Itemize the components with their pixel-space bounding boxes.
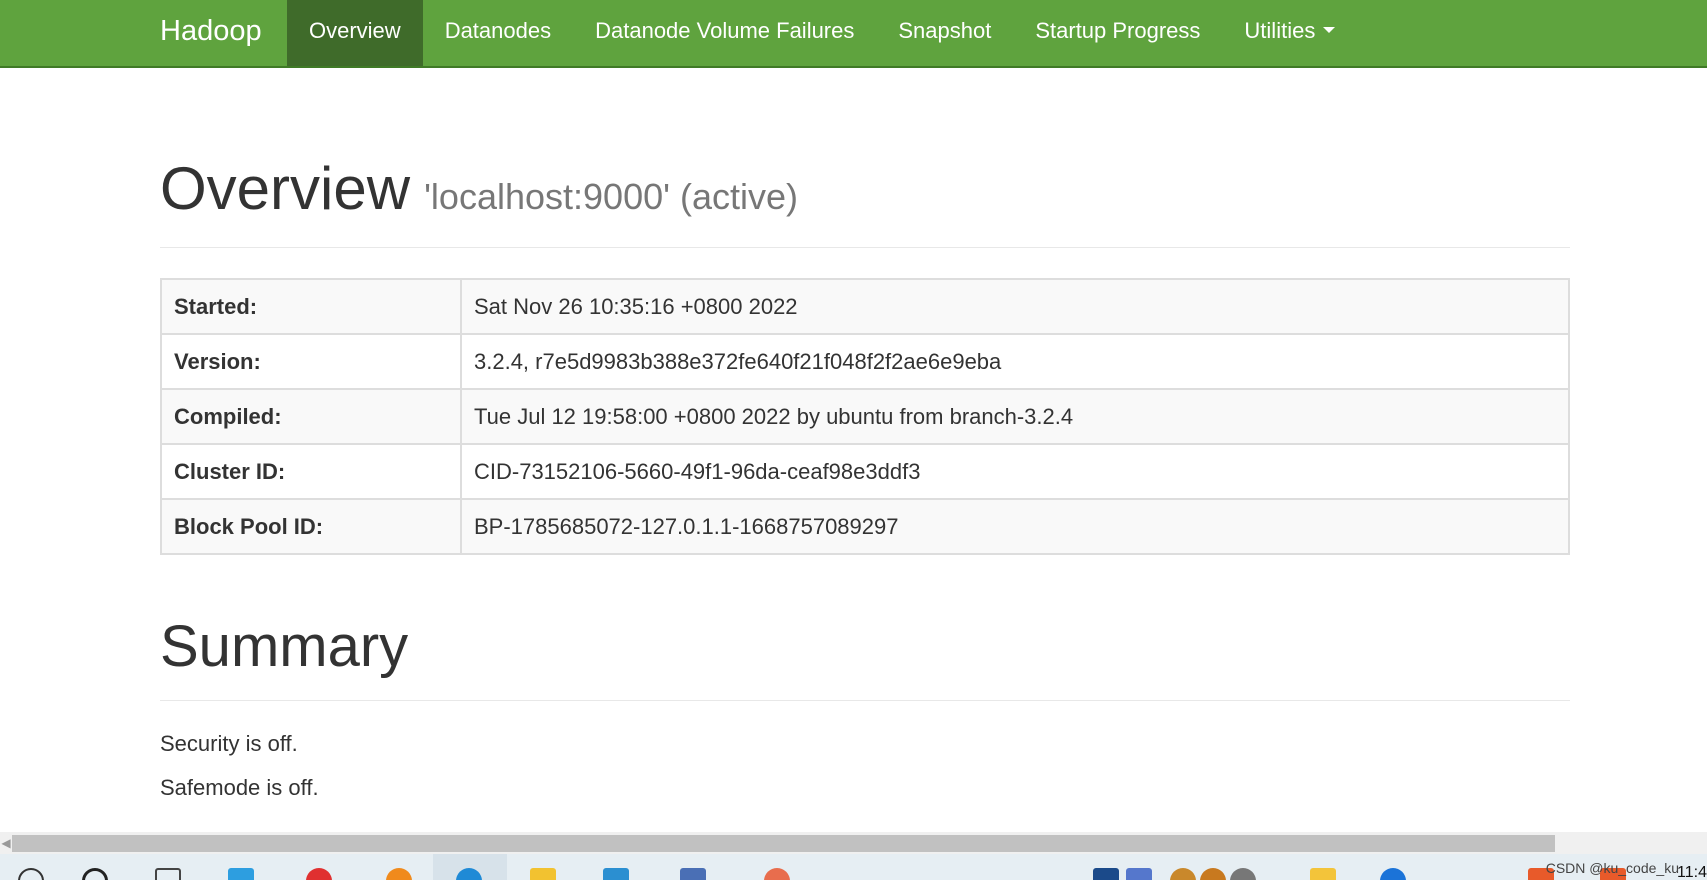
scrollbar-thumb[interactable] [12,835,1555,852]
taskbar-clock[interactable]: 11:4 [1677,864,1707,880]
tray-app-icon[interactable] [1126,868,1152,880]
top-navbar: Hadoop Overview Datanodes Datanode Volum… [0,0,1707,68]
app-orange-icon[interactable] [386,868,412,880]
nav-item-label: Datanode Volume Failures [595,18,855,43]
search-icon[interactable] [82,868,108,880]
caret-down-icon [1323,27,1336,34]
page-subtitle: 'localhost:9000' (active) [424,176,799,217]
row-key: Version: [160,333,462,390]
row-key: Compiled: [160,388,462,445]
app-cube-icon[interactable] [603,868,629,880]
nav-item-startup-progress[interactable]: Startup Progress [1013,0,1222,66]
nav-item-overview[interactable]: Overview [287,0,423,66]
table-row: Compiled: Tue Jul 12 19:58:00 +0800 2022… [160,388,1570,445]
nav-item-label: Utilities [1244,18,1316,43]
tray-app-icon[interactable] [1310,868,1336,880]
nav-item-label: Datanodes [444,18,552,43]
security-status: Security is off. [160,731,298,756]
scroll-left-arrow-icon[interactable]: ◀ [0,832,12,854]
row-key: Started: [160,278,462,335]
table-row: Cluster ID: CID-73152106-5660-49f1-96da-… [160,443,1570,500]
overview-header: Overview 'localhost:9000' (active) [160,154,1570,248]
start-search-icon[interactable] [18,868,44,880]
row-value: Tue Jul 12 19:58:00 +0800 2022 by ubuntu… [460,388,1570,445]
tray-app-icon[interactable] [1093,868,1119,880]
table-row: Started: Sat Nov 26 10:35:16 +0800 2022 [160,278,1570,335]
nav-item-label: Snapshot [898,18,992,43]
tray-app-icon[interactable] [1230,868,1256,880]
page-title: Overview [160,155,411,222]
bluetooth-icon[interactable] [1380,868,1406,880]
brand-link[interactable]: Hadoop [160,0,262,66]
os-taskbar: CSDN @ku_code_ku 11:4 [0,854,1707,880]
nav-item-datanode-volume-failures[interactable]: Datanode Volume Failures [573,0,876,66]
row-key: Block Pool ID: [160,498,462,555]
row-value: BP-1785685072-127.0.1.1-1668757089297 [460,498,1570,555]
csdn-watermark: CSDN @ku_code_ku [1545,860,1679,876]
nav-item-datanodes[interactable]: Datanodes [423,0,573,66]
app-media-icon[interactable] [680,868,706,880]
store-app-icon[interactable] [228,868,254,880]
table-row: Block Pool ID: BP-1785685072-127.0.1.1-1… [160,498,1570,555]
nav-menu: Overview Datanodes Datanode Volume Failu… [287,0,1357,66]
nav-item-snapshot[interactable]: Snapshot [876,0,1013,66]
task-view-icon[interactable] [155,868,181,880]
safemode-status: Safemode is off. [160,775,319,800]
app-red-icon[interactable] [306,868,332,880]
nav-item-utilities-dropdown[interactable]: Utilities [1222,0,1357,66]
tray-app-icon[interactable] [1200,868,1226,880]
row-value: CID-73152106-5660-49f1-96da-ceaf98e3ddf3 [460,443,1570,500]
row-value: Sat Nov 26 10:35:16 +0800 2022 [460,278,1570,335]
summary-title: Summary [160,613,1570,701]
row-key: Cluster ID: [160,443,462,500]
app-pin-icon[interactable] [764,868,790,880]
table-row: Version: 3.2.4, r7e5d9983b388e372fe640f2… [160,333,1570,390]
nav-item-label: Startup Progress [1035,18,1201,43]
file-explorer-icon[interactable] [530,868,556,880]
row-value: 3.2.4, r7e5d9983b388e372fe640f21f048f2f2… [460,333,1570,390]
overview-info-table: Started: Sat Nov 26 10:35:16 +0800 2022 … [160,278,1570,555]
horizontal-scrollbar[interactable]: ◀ [0,832,1707,854]
tray-app-icon[interactable] [1170,868,1196,880]
nav-item-label: Overview [309,18,401,43]
main-content: Overview 'localhost:9000' (active) Starte… [160,68,1570,801]
